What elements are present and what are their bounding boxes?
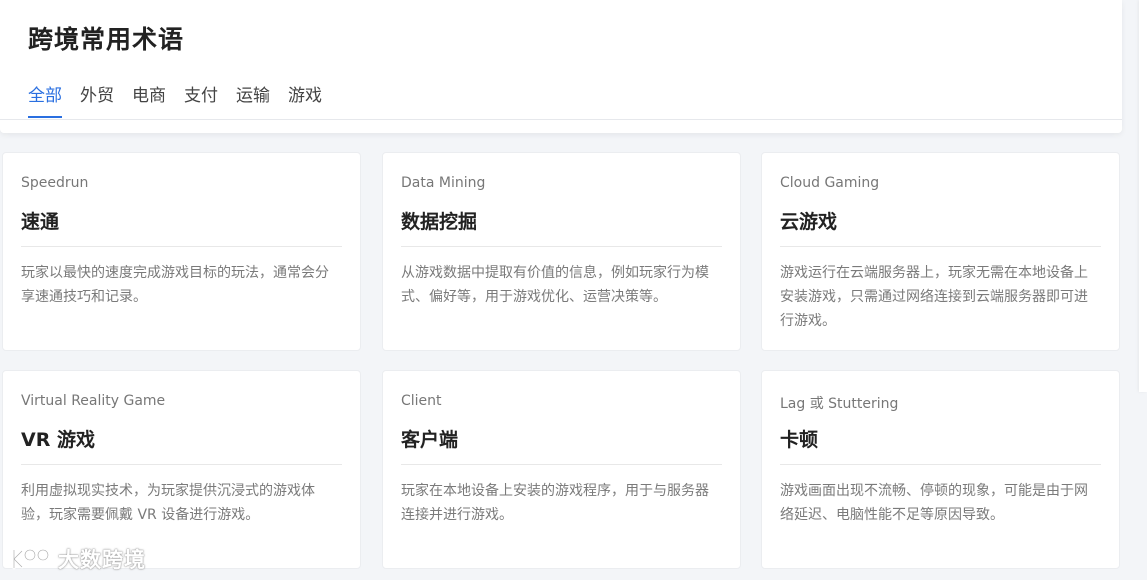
category-tabs: 全部 外贸 电商 支付 运输 游戏: [28, 84, 322, 118]
term-english: Lag 或 Stuttering: [780, 396, 899, 412]
tab-all[interactable]: 全部: [28, 84, 62, 118]
term-chinese: 云游戏: [780, 211, 838, 233]
term-description: 游戏运行在云端服务器上，玩家无需在本地设备上安装游戏，只需通过网络连接到云端服务…: [780, 265, 1088, 329]
term-description: 玩家在本地设备上安装的游戏程序，用于与服务器连接并进行游戏。: [401, 483, 709, 523]
card-divider: [780, 246, 1101, 247]
term-card[interactable]: Speedrun 速通 玩家以最快的速度完成游戏目标的玩法，通常会分享速通技巧和…: [2, 152, 361, 351]
term-chinese: 速通: [21, 211, 60, 233]
page-title: 跨境常用术语: [28, 25, 185, 54]
term-chinese: 卡顿: [780, 429, 819, 451]
term-description: 从游戏数据中提取有价值的信息，例如玩家行为模式、偏好等，用于游戏优化、运营决策等…: [401, 265, 709, 305]
term-english: Client: [401, 393, 442, 409]
tab-shipping[interactable]: 运输: [236, 84, 270, 118]
term-chinese: 数据挖掘: [401, 211, 478, 233]
tab-gaming[interactable]: 游戏: [288, 84, 322, 118]
term-english: Virtual Reality Game: [21, 393, 166, 409]
term-chinese: VR 游戏: [21, 429, 95, 451]
term-english: Speedrun: [21, 175, 89, 191]
term-english: Data Mining: [401, 175, 486, 191]
card-divider: [21, 246, 342, 247]
term-chinese: 客户端: [401, 429, 459, 451]
tab-payment[interactable]: 支付: [184, 84, 218, 118]
term-card[interactable]: Client 客户端 玩家在本地设备上安装的游戏程序，用于与服务器连接并进行游戏…: [382, 370, 741, 569]
card-divider: [21, 464, 342, 465]
term-english: Cloud Gaming: [780, 175, 880, 191]
term-description: 玩家以最快的速度完成游戏目标的玩法，通常会分享速通技巧和记录。: [21, 265, 329, 305]
term-description: 游戏画面出现不流畅、停顿的现象，可能是由于网络延迟、电脑性能不足等原因导致。: [780, 483, 1088, 523]
term-card[interactable]: Virtual Reality Game VR 游戏 利用虚拟现实技术，为玩家提…: [2, 370, 361, 569]
term-card[interactable]: Lag 或 Stuttering 卡顿 游戏画面出现不流畅、停顿的现象，可能是由…: [761, 370, 1120, 569]
watermark: 大数跨境: [10, 544, 146, 574]
term-card[interactable]: Data Mining 数据挖掘 从游戏数据中提取有价值的信息，例如玩家行为模式…: [382, 152, 741, 351]
watermark-text: 大数跨境: [58, 548, 146, 572]
tabs-divider: [0, 119, 1122, 120]
header-panel: 跨境常用术语 全部 外贸 电商 支付 运输 游戏: [0, 0, 1122, 133]
watermark-logo-icon: [12, 548, 50, 570]
term-description: 利用虚拟现实技术，为玩家提供沉浸式的游戏体验，玩家需要佩戴 VR 设备进行游戏。: [21, 483, 315, 523]
card-divider: [780, 464, 1101, 465]
tab-ecommerce[interactable]: 电商: [132, 84, 166, 118]
tab-foreign-trade[interactable]: 外贸: [80, 84, 114, 118]
card-divider: [401, 464, 722, 465]
term-card[interactable]: Cloud Gaming 云游戏 游戏运行在云端服务器上，玩家无需在本地设备上安…: [761, 152, 1120, 351]
card-divider: [401, 246, 722, 247]
side-panel-edge: [1139, 0, 1147, 392]
